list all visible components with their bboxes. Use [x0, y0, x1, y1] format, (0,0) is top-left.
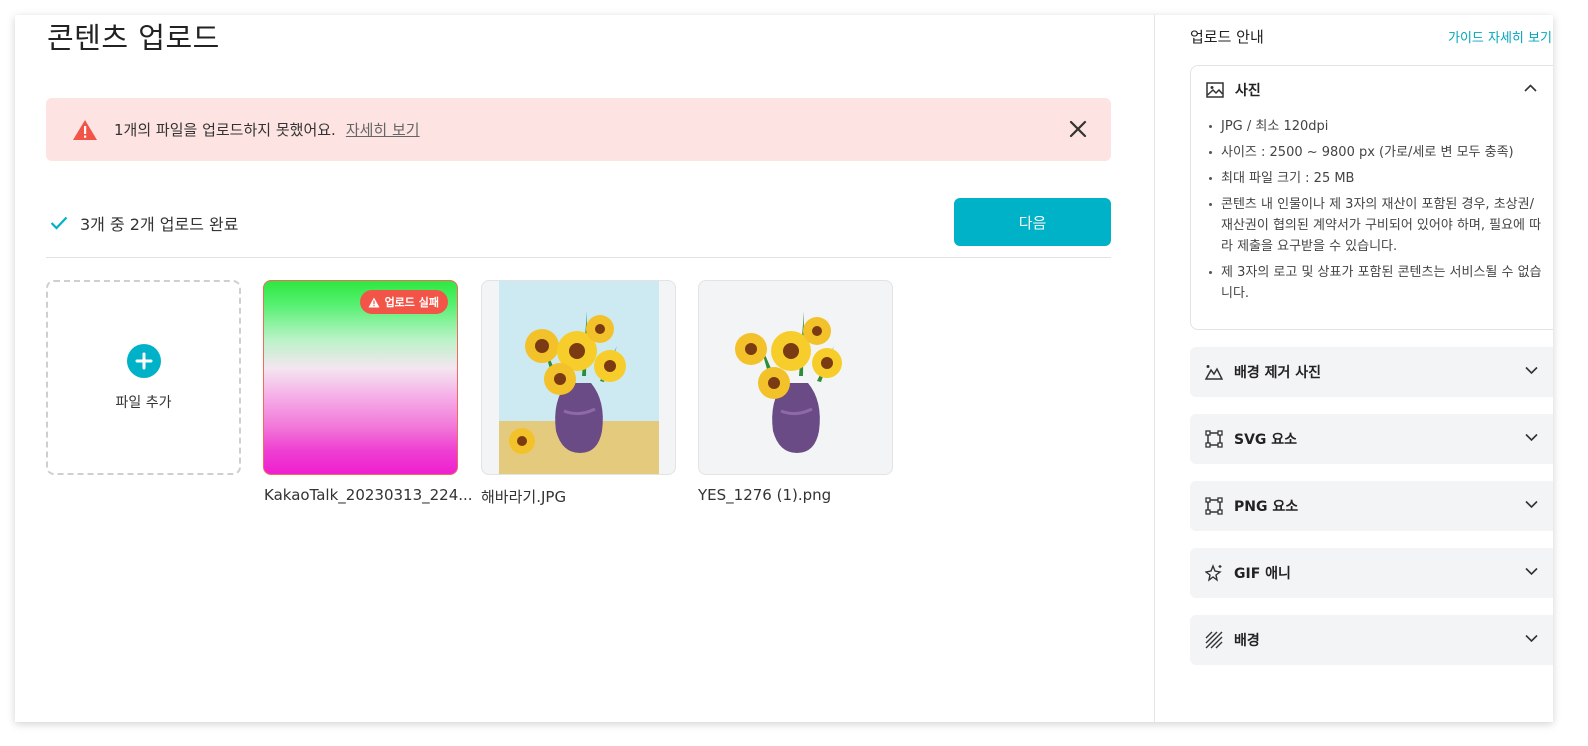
accordion-title: PNG 요소 — [1234, 499, 1299, 515]
upload-failed-text: 업로드 실패 — [384, 296, 439, 309]
mountain-cutout-icon — [1205, 365, 1223, 380]
close-icon[interactable] — [1067, 118, 1089, 140]
accordion-title: 배경 — [1234, 633, 1260, 649]
chevron-down-icon — [1525, 634, 1538, 642]
plus-icon — [126, 343, 161, 378]
main-panel: 콘텐츠 업로드 1개의 파일을 업로드하지 못했어요. 자세히 보기 3개 중 … — [15, 15, 1155, 722]
alert-message: 1개의 파일을 업로드하지 못했어요. — [114, 121, 336, 139]
add-file-label: 파일 추가 — [115, 394, 172, 411]
file-thumbnail-failed[interactable]: 업로드 실패 — [263, 280, 458, 475]
accordion-title: GIF 애니 — [1234, 566, 1291, 582]
list-item: 콘텐츠 내 인물이나 제 3자의 재산이 포함된 경우, 초상권/재산권이 협의… — [1207, 194, 1542, 257]
accordion-header: SVG 요소 — [1205, 429, 1297, 449]
file-name: KakaoTalk_20230313_224... — [264, 486, 473, 504]
upload-guide-panel: 업로드 안내 가이드 자세히 보기 사진 JPG / 최소 120dpi 사이즈… — [1155, 15, 1553, 722]
accordion-header-photo[interactable]: 사진 — [1206, 80, 1261, 100]
image-icon — [1206, 82, 1224, 98]
page-title: 콘텐츠 업로드 — [47, 21, 220, 55]
sparkle-star-icon — [1205, 564, 1222, 582]
upload-failed-badge: 업로드 실패 — [359, 290, 448, 314]
accordion-header: PNG 요소 — [1205, 496, 1298, 516]
chevron-down-icon — [1525, 433, 1538, 441]
file-name: YES_1276 (1).png — [698, 486, 832, 504]
alert-details-link[interactable]: 자세히 보기 — [346, 119, 420, 140]
list-item: JPG / 최소 120dpi — [1207, 116, 1542, 137]
next-button[interactable]: 다음 — [954, 198, 1111, 246]
add-file-tile[interactable]: 파일 추가 — [46, 280, 241, 475]
sunflower-cutout-image — [735, 311, 842, 453]
guide-details-link[interactable]: 가이드 자세히 보기 — [1448, 27, 1552, 46]
photo-requirements-list: JPG / 최소 120dpi 사이즈 : 2500 ~ 9800 px (가로… — [1207, 116, 1542, 309]
sunflower-photo-image — [499, 281, 659, 474]
accordion-svg-element[interactable]: SVG 요소 — [1190, 414, 1553, 464]
vector-frame-icon — [1205, 430, 1223, 448]
accordion-title: 배경 제거 사진 — [1234, 365, 1322, 381]
upload-status-text: 3개 중 2개 업로드 완료 — [80, 215, 239, 234]
file-thumbnail-sunflower-cutout[interactable] — [698, 280, 893, 475]
error-alert: 1개의 파일을 업로드하지 못했어요. 자세히 보기 — [46, 98, 1111, 161]
list-item: 최대 파일 크기 : 25 MB — [1207, 168, 1542, 189]
warning-icon — [368, 297, 380, 307]
list-item: 제 3자의 로고 및 상표가 포함된 콘텐츠는 서비스될 수 없습니다. — [1207, 262, 1542, 304]
accordion-gif-animation[interactable]: GIF 애니 — [1190, 548, 1553, 598]
chevron-down-icon — [1525, 366, 1538, 374]
check-icon — [50, 216, 68, 230]
accordion-title: SVG 요소 — [1234, 432, 1298, 448]
accordion-header: GIF 애니 — [1205, 563, 1291, 583]
list-item: 사이즈 : 2500 ~ 9800 px (가로/세로 변 모두 충족) — [1207, 142, 1542, 163]
accordion-title: 사진 — [1235, 83, 1261, 99]
accordion-background[interactable]: 배경 — [1190, 615, 1553, 665]
chevron-down-icon — [1525, 500, 1538, 508]
accordion-header: 배경 — [1205, 630, 1260, 650]
chevron-up-icon[interactable] — [1524, 84, 1537, 92]
chevron-down-icon — [1525, 567, 1538, 575]
upload-page: 콘텐츠 업로드 1개의 파일을 업로드하지 못했어요. 자세히 보기 3개 중 … — [15, 15, 1553, 722]
warning-icon — [73, 119, 97, 140]
file-name: 해바라기.JPG — [481, 488, 567, 506]
accordion-photo: 사진 JPG / 최소 120dpi 사이즈 : 2500 ~ 9800 px … — [1190, 65, 1553, 330]
accordion-background-removed[interactable]: 배경 제거 사진 — [1190, 347, 1553, 397]
divider — [46, 257, 1111, 258]
file-thumbnail-sunflower[interactable] — [481, 280, 676, 475]
vector-frame-icon — [1205, 497, 1223, 515]
accordion-header: 배경 제거 사진 — [1205, 362, 1321, 382]
guide-heading: 업로드 안내 — [1190, 28, 1264, 46]
accordion-png-element[interactable]: PNG 요소 — [1190, 481, 1553, 531]
diagonal-lines-icon — [1205, 631, 1223, 649]
upload-status: 3개 중 2개 업로드 완료 — [50, 211, 238, 235]
